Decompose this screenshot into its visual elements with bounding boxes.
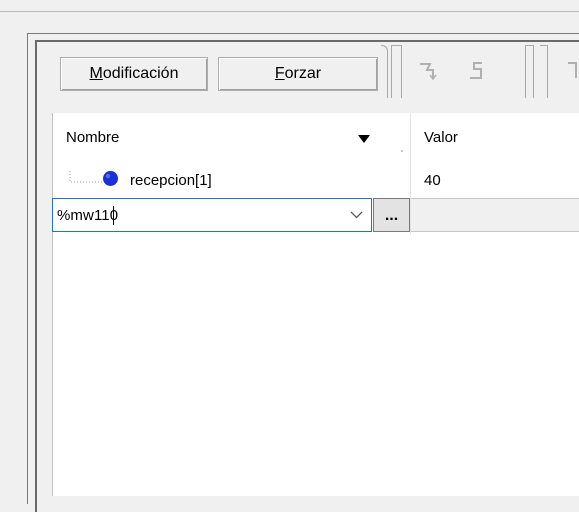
- column-header-nombre[interactable]: Nombre: [66, 129, 119, 165]
- column-label-valor: Valor: [424, 129, 458, 146]
- value-edit-cell[interactable]: [411, 198, 579, 232]
- force-mnemonic: F: [274, 65, 285, 82]
- column-label-nombre: Nombre: [66, 129, 120, 146]
- step-into-icon[interactable]: [466, 60, 488, 80]
- toolbar-separator: [525, 45, 534, 98]
- modify-label-rest: odificación: [102, 65, 179, 82]
- blue-dot-icon: [103, 171, 118, 186]
- toolbar-separator: [381, 45, 388, 98]
- step-over-icon[interactable]: [418, 60, 440, 80]
- toolbar-separator: [540, 45, 548, 98]
- force-label-rest: orzar: [284, 65, 322, 82]
- column-header-valor[interactable]: Valor: [424, 129, 458, 165]
- modify-button[interactable]: Modificación: [60, 57, 208, 91]
- watch-table: [52, 113, 579, 496]
- row-value: 40: [424, 172, 441, 189]
- address-combo[interactable]: %mw110: [52, 198, 372, 232]
- chevron-down-icon[interactable]: [350, 211, 363, 219]
- address-input[interactable]: %mw110: [57, 207, 118, 224]
- row-name: recepcion[1]: [130, 172, 212, 189]
- top-divider: [0, 11, 579, 12]
- text-caret: [113, 206, 114, 225]
- triangle-down-icon[interactable]: [358, 135, 370, 144]
- resize-grip: [401, 150, 403, 152]
- browse-label: ...: [384, 207, 399, 224]
- modify-mnemonic: M: [89, 65, 103, 82]
- browse-button[interactable]: ...: [373, 198, 410, 232]
- force-button[interactable]: Forzar: [218, 57, 378, 91]
- tree-line: [69, 171, 103, 183]
- toolbar-partial-icon[interactable]: [566, 60, 579, 80]
- toolbar-separator: [391, 45, 402, 98]
